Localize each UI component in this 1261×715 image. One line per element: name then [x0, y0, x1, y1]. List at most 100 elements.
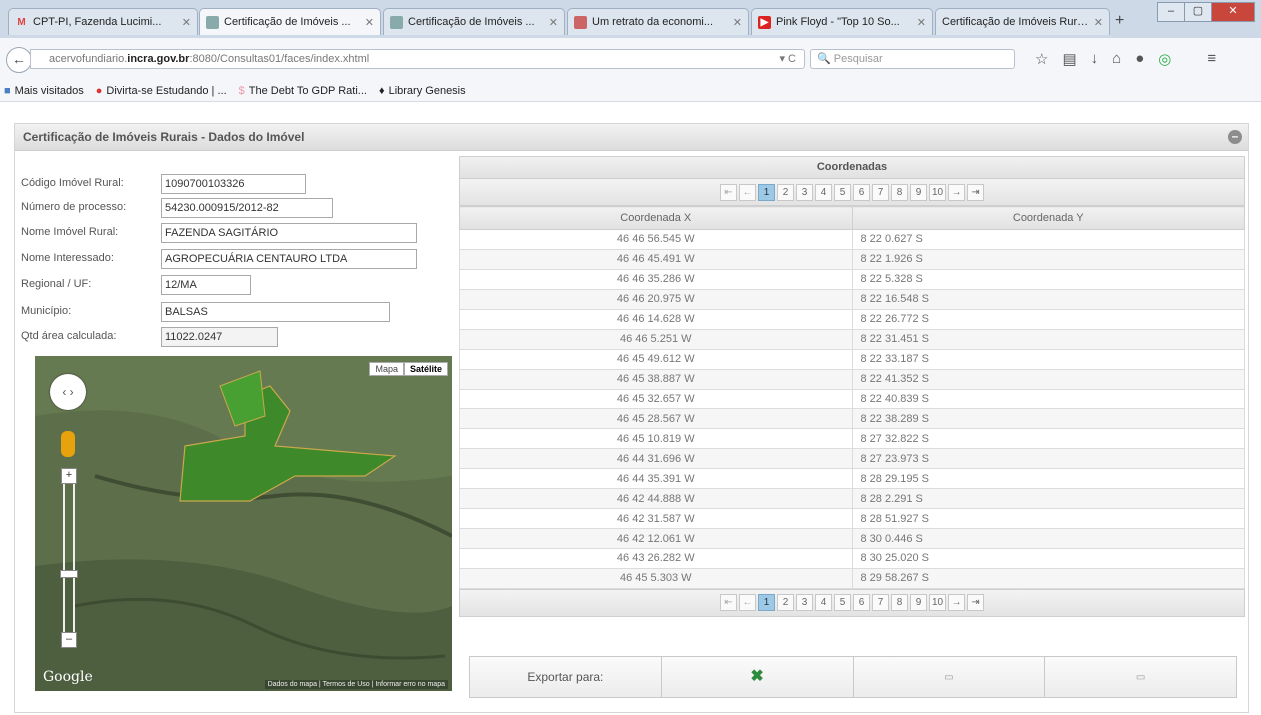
close-icon[interactable]: ✕ — [549, 16, 558, 29]
page-9[interactable]: 9 — [910, 183, 927, 201]
clipboard-icon[interactable]: ▤ — [1062, 50, 1076, 68]
page-6[interactable]: 6 — [853, 183, 870, 201]
table-row[interactable]: 46 46 5.251 W8 22 31.451 S — [459, 328, 1245, 350]
page-4[interactable]: 4 — [815, 183, 832, 201]
star-icon[interactable]: ☆ — [1035, 50, 1048, 68]
next-page-button[interactable]: → — [948, 594, 965, 612]
prev-page-button[interactable]: ← — [739, 594, 756, 612]
processo-field[interactable]: 54230.000915/2012-82 — [161, 198, 333, 218]
page-5[interactable]: 5 — [834, 183, 851, 201]
window-close-button[interactable]: ✕ — [1211, 2, 1255, 22]
next-page-button[interactable]: → — [948, 183, 965, 201]
export-pdf2-button[interactable]: ▭ — [1045, 657, 1236, 697]
close-icon[interactable]: ✕ — [365, 16, 374, 29]
page-10[interactable]: 10 — [929, 183, 946, 201]
close-icon[interactable]: ✕ — [1094, 16, 1103, 29]
page-10[interactable]: 10 — [929, 594, 946, 612]
close-icon[interactable]: ✕ — [733, 16, 742, 29]
page-6[interactable]: 6 — [853, 594, 870, 612]
table-row[interactable]: 46 42 44.888 W8 28 2.291 S — [459, 488, 1245, 510]
url-bar[interactable]: acervofundiario.incra.gov.br:8080/Consul… — [30, 49, 805, 69]
menu-icon[interactable]: ≡ — [1207, 50, 1216, 68]
page-7[interactable]: 7 — [872, 183, 889, 201]
table-row[interactable]: 46 46 14.628 W8 22 26.772 S — [459, 308, 1245, 330]
page-8[interactable]: 8 — [891, 594, 908, 612]
map-copyright[interactable]: Dados do mapa | Termos de Uso | Informar… — [264, 680, 448, 689]
pan-control-icon[interactable]: ‹ › — [50, 374, 86, 410]
municipio-field[interactable]: BALSAS — [161, 302, 390, 322]
download-icon[interactable]: ↓ — [1091, 50, 1099, 68]
tab-certificacao-3[interactable]: Certificação de Imóveis Rurais ✕ — [935, 8, 1110, 35]
nome-field[interactable]: FAZENDA SAGITÁRIO — [161, 223, 417, 243]
tab-pink-floyd[interactable]: ▶ Pink Floyd - "Top 10 So... ✕ — [751, 8, 933, 35]
pegman-icon[interactable] — [61, 431, 75, 457]
bookmark-debt-gdp[interactable]: $ The Debt To GDP Rati... — [239, 80, 367, 101]
close-icon[interactable]: ✕ — [182, 16, 191, 29]
page-3[interactable]: 3 — [796, 594, 813, 612]
column-header-x[interactable]: Coordenada X — [459, 206, 853, 230]
page-5[interactable]: 5 — [834, 594, 851, 612]
table-row[interactable]: 46 45 28.567 W8 22 38.289 S — [459, 408, 1245, 430]
tab-certificacao-2[interactable]: Certificação de Imóveis ... ✕ — [383, 8, 565, 35]
tab-retrato[interactable]: Um retrato da economi... ✕ — [567, 8, 749, 35]
minimize-button[interactable]: – — [1157, 2, 1185, 22]
collapse-icon[interactable]: – — [1228, 130, 1242, 144]
page-4[interactable]: 4 — [815, 594, 832, 612]
new-tab-button[interactable]: + — [1115, 12, 1124, 30]
table-row[interactable]: 46 45 10.819 W8 27 32.822 S — [459, 428, 1245, 450]
table-row[interactable]: 46 42 12.061 W8 30 0.446 S — [459, 528, 1245, 549]
zoom-slider[interactable] — [63, 474, 75, 634]
table-row[interactable]: 46 43 26.282 W8 30 25.020 S — [459, 548, 1245, 569]
bookmark-divirta-se[interactable]: ● Divirta-se Estudando | ... — [96, 80, 227, 101]
chat-icon[interactable]: ● — [1135, 50, 1144, 68]
map-type-mapa[interactable]: Mapa — [369, 362, 404, 376]
interessado-field[interactable]: AGROPECUÁRIA CENTAURO LTDA — [161, 249, 417, 269]
table-row[interactable]: 46 46 56.545 W8 22 0.627 S — [459, 229, 1245, 250]
table-row[interactable]: 46 46 35.286 W8 22 5.328 S — [459, 268, 1245, 290]
tab-gmail[interactable]: M CPT-PI, Fazenda Lucimi... ✕ — [8, 8, 198, 35]
extension-icon[interactable]: ◎ — [1158, 50, 1171, 68]
table-row[interactable]: 46 45 32.657 W8 22 40.839 S — [459, 388, 1245, 410]
page-3[interactable]: 3 — [796, 183, 813, 201]
page-9[interactable]: 9 — [910, 594, 927, 612]
table-row[interactable]: 46 45 49.612 W8 22 33.187 S — [459, 348, 1245, 370]
back-button[interactable]: ← — [6, 47, 32, 73]
reload-icon[interactable]: ▾ C — [779, 50, 796, 68]
bookmark-mais-visitados[interactable]: ■ Mais visitados — [4, 80, 84, 101]
page-8[interactable]: 8 — [891, 183, 908, 201]
table-row[interactable]: 46 45 38.887 W8 22 41.352 S — [459, 368, 1245, 390]
zoom-in-button[interactable]: + — [61, 468, 77, 484]
table-row[interactable]: 46 42 31.587 W8 28 51.927 S — [459, 508, 1245, 530]
page-2[interactable]: 2 — [777, 594, 794, 612]
bookmark-icon: $ — [238, 84, 245, 97]
codigo-field[interactable]: 1090700103326 — [161, 174, 306, 194]
search-input[interactable]: 🔍 Pesquisar — [810, 49, 1015, 69]
page-1[interactable]: 1 — [758, 183, 775, 201]
first-page-button[interactable]: ⇤ — [720, 183, 737, 201]
close-icon[interactable]: ✕ — [917, 16, 926, 29]
maximize-button[interactable]: ▢ — [1184, 2, 1212, 22]
tab-certificacao-active[interactable]: Certificação de Imóveis ... ✕ — [199, 8, 381, 35]
table-row[interactable]: 46 44 35.391 W8 28 29.195 S — [459, 468, 1245, 490]
home-icon[interactable]: ⌂ — [1112, 50, 1121, 68]
page-7[interactable]: 7 — [872, 594, 889, 612]
last-page-button[interactable]: ⇥ — [967, 594, 984, 612]
export-xls-button[interactable]: ✖ — [661, 657, 854, 697]
satellite-map[interactable]: Mapa Satélite ‹ › + – Google Dados do ma… — [35, 356, 452, 691]
table-row[interactable]: 46 44 31.696 W8 27 23.973 S — [459, 448, 1245, 470]
column-header-y[interactable]: Coordenada Y — [851, 206, 1245, 230]
last-page-button[interactable]: ⇥ — [967, 183, 984, 201]
page-2[interactable]: 2 — [777, 183, 794, 201]
table-row[interactable]: 46 46 45.491 W8 22 1.926 S — [459, 248, 1245, 270]
page-1[interactable]: 1 — [758, 594, 775, 612]
prev-page-button[interactable]: ← — [739, 183, 756, 201]
zoom-thumb[interactable] — [60, 570, 78, 578]
map-type-satelite[interactable]: Satélite — [403, 362, 448, 376]
regional-field[interactable]: 12/MA — [161, 275, 251, 295]
first-page-button[interactable]: ⇤ — [720, 594, 737, 612]
export-pdf-button[interactable]: ▭ — [853, 657, 1046, 697]
table-row[interactable]: 46 45 5.303 W8 29 58.267 S — [459, 567, 1245, 589]
zoom-out-button[interactable]: – — [61, 632, 77, 648]
bookmark-library-genesis[interactable]: ♦ Library Genesis — [379, 80, 466, 101]
table-row[interactable]: 46 46 20.975 W8 22 16.548 S — [459, 288, 1245, 310]
